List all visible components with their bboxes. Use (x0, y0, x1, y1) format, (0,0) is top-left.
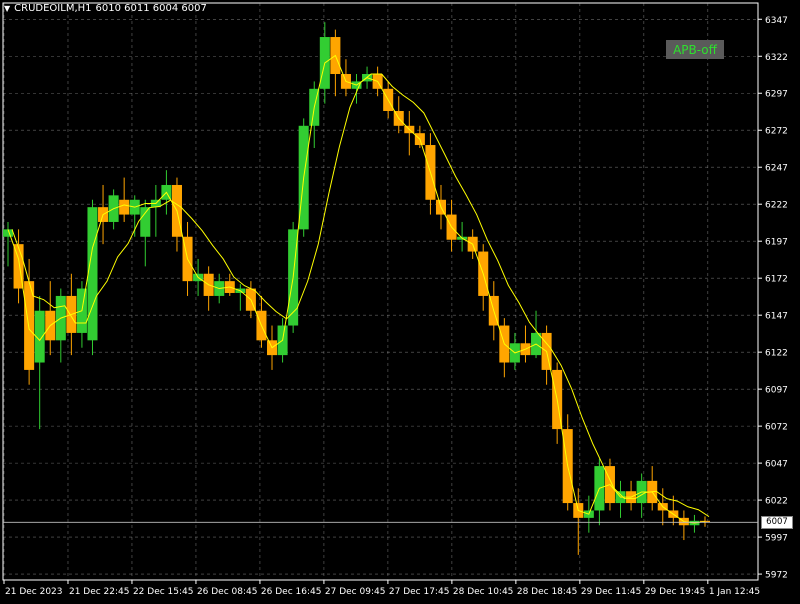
current-price-label: 6007 (766, 517, 788, 527)
apb-toggle-label: APB-off (673, 42, 717, 57)
candle-body (119, 199, 130, 215)
x-tick-label: 22 Dec 15:45 (133, 587, 194, 597)
y-tick-label: 6247 (765, 164, 788, 174)
menu-caret-icon[interactable]: ▼ (4, 4, 10, 14)
price-chart[interactable]: 6347 6322 6297 6272 6247 6222 6197 6172 6147 6122… (0, 0, 800, 600)
y-tick-label: 5997 (765, 534, 788, 544)
x-tick-label: 29 Dec 19:45 (645, 587, 706, 597)
y-tick-label: 6272 (765, 127, 788, 137)
x-tick-label: 28 Dec 18:45 (517, 587, 578, 597)
y-tick-label: 6022 (765, 497, 788, 507)
current-price-tag: 6007 (761, 516, 793, 529)
symbol-name: CRUDEOILM,H1 (14, 3, 92, 14)
y-tick-label: 6222 (765, 201, 788, 211)
x-tick-label: 21 Dec 22:45 (69, 587, 130, 597)
symbol-header: ▼ CRUDEOILM,H1 6010 6011 6004 6007 (4, 3, 207, 14)
chart-canvas[interactable]: 6347 6322 6297 6272 6247 6222 6197 6172 6147 6122… (0, 0, 800, 600)
ohlc-readout: 6010 6011 6004 6007 (95, 3, 207, 14)
x-tick-label: 1 Jan 12:45 (709, 587, 760, 597)
y-tick-label: 6347 (765, 16, 788, 26)
apb-toggle-button[interactable]: APB-off (666, 40, 724, 59)
x-tick-label: 27 Dec 09:45 (325, 587, 386, 597)
x-tick-label: 26 Dec 16:45 (261, 587, 322, 597)
candle-body (140, 207, 151, 237)
y-tick-label: 6172 (765, 275, 788, 285)
y-tick-label: 6072 (765, 423, 788, 433)
x-tick-label: 29 Dec 11:45 (581, 587, 642, 597)
y-tick-label: 6197 (765, 238, 788, 248)
x-tick-label: 28 Dec 10:45 (453, 587, 514, 597)
y-tick-label: 6297 (765, 90, 788, 100)
y-tick-label: 6122 (765, 349, 788, 359)
fast-ma-line (7, 54, 706, 524)
y-tick-label: 6047 (765, 460, 788, 470)
x-tick-label: 21 Dec 2023 (5, 587, 63, 597)
y-tick-label: 6322 (765, 53, 788, 63)
candle-body (87, 207, 98, 341)
x-tick-label: 26 Dec 08:45 (197, 587, 258, 597)
y-tick-label: 5972 (765, 571, 788, 581)
x-tick-label: 27 Dec 17:45 (389, 587, 450, 597)
slow-ma-line (11, 73, 710, 518)
y-tick-label: 6147 (765, 312, 788, 322)
y-tick-label: 6097 (765, 386, 788, 396)
